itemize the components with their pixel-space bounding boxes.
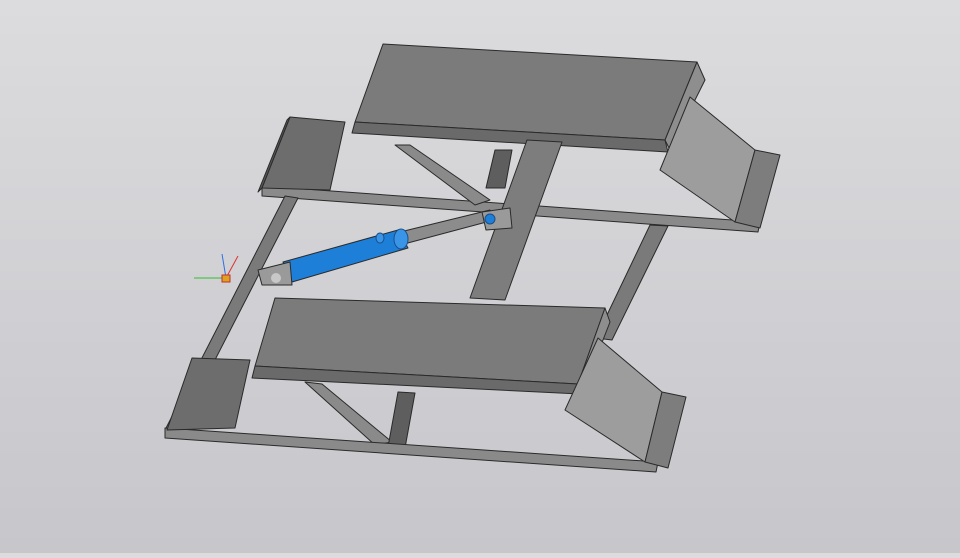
- cylinder-end-cap: [393, 228, 409, 250]
- front-left-ramp: [166, 357, 251, 431]
- front-brace: [304, 381, 393, 446]
- model-canvas: [164, 43, 781, 473]
- front-center-post: [387, 391, 416, 449]
- rear-platform: [351, 43, 706, 153]
- rod-pin: [484, 213, 496, 225]
- rear-brace: [394, 144, 491, 206]
- cylinder-body: [282, 229, 409, 283]
- front-platform: [251, 297, 611, 395]
- front-cross-rail: [164, 427, 659, 473]
- rear-left-ramp: [257, 116, 346, 193]
- axis-triad-icon: [194, 253, 239, 283]
- hydraulic-cylinder[interactable]: [257, 207, 513, 286]
- cad-3d-viewport[interactable]: [0, 0, 960, 553]
- base-pin: [271, 273, 281, 283]
- cylinder-rod: [399, 209, 495, 245]
- cylinder-port: [375, 232, 385, 244]
